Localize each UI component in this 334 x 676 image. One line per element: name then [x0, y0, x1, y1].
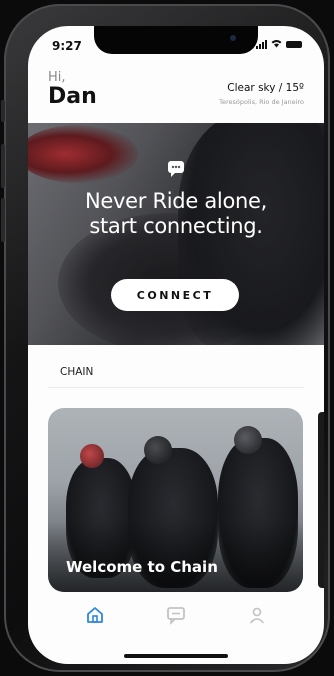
card-photo-helmet [234, 426, 262, 454]
battery-icon [286, 41, 302, 48]
weather-summary: Clear sky / 15º [227, 82, 304, 94]
greeting: Hi, [48, 70, 66, 85]
hero-title-line-1: Never Ride alone, [85, 189, 267, 213]
silent-switch [1, 100, 5, 122]
volume-down-button [1, 198, 5, 242]
card-title: Welcome to Chain [66, 558, 218, 576]
hero-title: Never Ride alone, start connecting. [28, 189, 324, 239]
home-icon[interactable] [84, 604, 106, 626]
wifi-icon [271, 39, 282, 50]
tab-bar [28, 598, 324, 638]
status-icons [256, 39, 302, 50]
chat-bubble-icon [168, 161, 184, 177]
weather-location: Teresópolis, Rio de Janeiro [219, 98, 304, 106]
screen: 9:27 Hi, Dan Clear sky / 15º Teresópolis… [28, 26, 324, 664]
connect-button[interactable]: CONNECT [111, 279, 239, 311]
profile-icon[interactable] [246, 604, 268, 626]
volume-up-button [1, 144, 5, 188]
status-time: 9:27 [52, 39, 82, 53]
hero-title-line-2: start connecting. [89, 214, 263, 238]
hero-banner: Never Ride alone, start connecting. CONN… [28, 123, 324, 345]
home-indicator[interactable] [124, 654, 228, 658]
divider [48, 387, 304, 388]
next-card-peek[interactable] [318, 412, 324, 588]
card-photo-helmet [144, 436, 172, 464]
card-photo-helmet [80, 444, 104, 468]
chat-icon[interactable] [165, 604, 187, 626]
phone-frame: 9:27 Hi, Dan Clear sky / 15º Teresópolis… [1, 4, 330, 672]
user-name: Dan [48, 84, 97, 109]
signal-icon [256, 40, 267, 49]
welcome-card[interactable]: Welcome to Chain [48, 408, 303, 592]
notch [94, 26, 258, 54]
section-label: CHAIN [60, 366, 94, 378]
camera [230, 35, 236, 41]
